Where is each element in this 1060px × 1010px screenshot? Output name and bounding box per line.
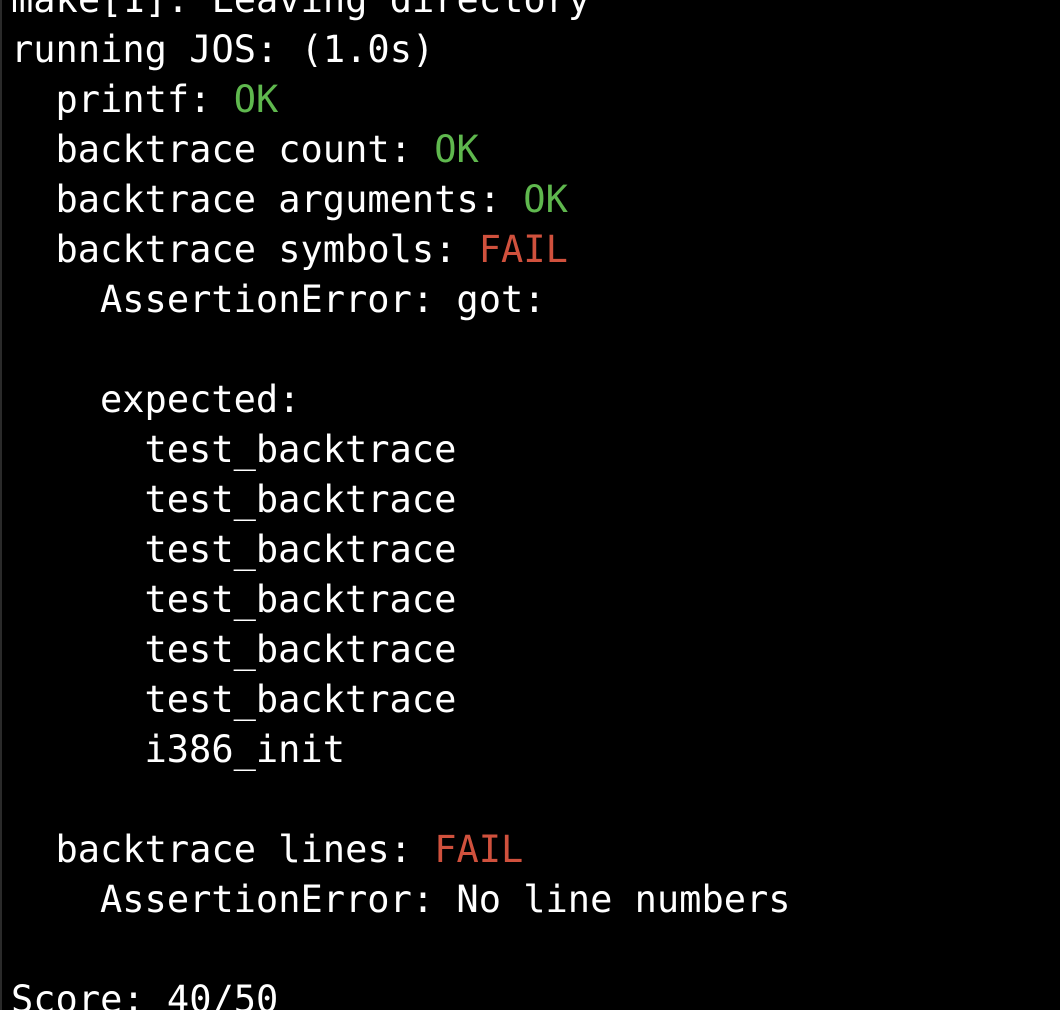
status-ok: OK bbox=[523, 178, 568, 221]
terminal-output: make[1]: Leaving directory running JOS: … bbox=[11, 0, 791, 1010]
expected-symbol: test_backtrace bbox=[144, 478, 457, 521]
expected-symbol: test_backtrace bbox=[144, 428, 457, 471]
test-label: printf: bbox=[55, 78, 234, 121]
run-header: running JOS: (1.0s) bbox=[11, 28, 435, 71]
assertion-error-got: AssertionError: got: bbox=[100, 278, 546, 321]
status-fail: FAIL bbox=[478, 228, 568, 271]
test-label: backtrace symbols: bbox=[55, 228, 479, 271]
status-ok: OK bbox=[233, 78, 279, 121]
assertion-error-line-numbers: AssertionError: No line numbers bbox=[100, 878, 791, 921]
test-result-backtrace-arguments: backtrace arguments: OK bbox=[11, 175, 791, 225]
test-result-backtrace-symbols: backtrace symbols: FAIL bbox=[11, 225, 791, 275]
partial-top-line: make[1]: Leaving directory bbox=[11, 0, 791, 25]
status-fail: FAIL bbox=[434, 828, 524, 871]
terminal-window[interactable]: make[1]: Leaving directory running JOS: … bbox=[0, 0, 1060, 1010]
expected-symbol: test_backtrace bbox=[144, 578, 457, 621]
expected-symbol: i386_init bbox=[144, 728, 345, 771]
expected-header: expected: bbox=[100, 378, 301, 421]
test-label: backtrace lines: bbox=[55, 828, 435, 871]
expected-symbol: test_backtrace bbox=[144, 628, 457, 671]
test-result-backtrace-lines: backtrace lines: FAIL bbox=[11, 825, 791, 875]
test-label: backtrace count: bbox=[55, 128, 435, 171]
test-label: backtrace arguments: bbox=[55, 178, 524, 221]
test-result-backtrace-count: backtrace count: OK bbox=[11, 125, 791, 175]
score-line: Score: 40/50 bbox=[11, 978, 279, 1010]
expected-symbol: test_backtrace bbox=[144, 678, 457, 721]
status-ok: OK bbox=[434, 128, 479, 171]
test-result-printf: printf: OK bbox=[11, 75, 791, 125]
expected-symbol: test_backtrace bbox=[144, 528, 457, 571]
